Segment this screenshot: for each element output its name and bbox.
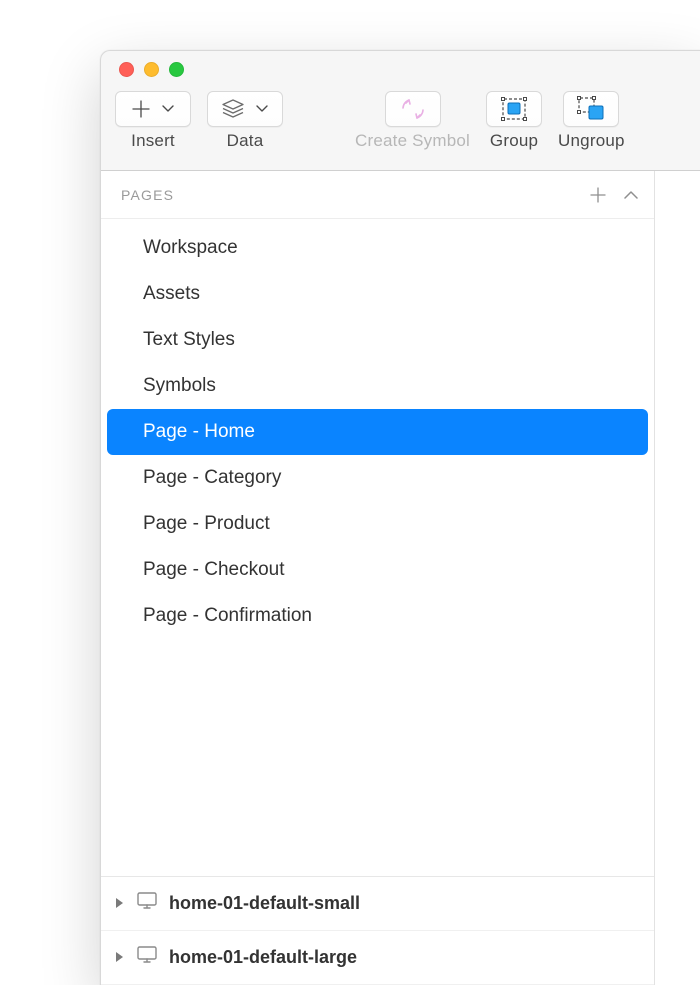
pages-panel-header: PAGES (101, 171, 654, 219)
page-item-label: Page - Confirmation (143, 605, 312, 627)
create-symbol-icon (401, 98, 425, 120)
create-symbol-button[interactable] (385, 91, 441, 127)
collapse-pages-button[interactable] (624, 190, 638, 199)
ungroup-button[interactable] (563, 91, 619, 127)
page-item-category[interactable]: Page - Category (107, 455, 648, 501)
ungroup-label: Ungroup (558, 131, 625, 151)
page-item-home[interactable]: Page - Home (107, 409, 648, 455)
page-item-product[interactable]: Page - Product (107, 501, 648, 547)
artboard-row[interactable]: home-01-default-small (101, 877, 654, 931)
page-item-label: Page - Checkout (143, 559, 285, 581)
ungroup-icon (577, 96, 605, 122)
page-item-symbols[interactable]: Symbols (107, 363, 648, 409)
page-item-text-styles[interactable]: Text Styles (107, 317, 648, 363)
artboard-label: home-01-default-large (169, 947, 357, 968)
group-icon (501, 97, 527, 121)
layers-icon (222, 99, 244, 119)
page-item-confirmation[interactable]: Page - Confirmation (107, 593, 648, 639)
add-page-button[interactable] (590, 187, 606, 203)
page-item-label: Page - Product (143, 513, 270, 535)
page-item-label: Symbols (143, 375, 216, 397)
main-area: PAGES Workspace Assets Text Styles Symbo… (101, 171, 700, 985)
toolbar-item-data: Data (207, 91, 283, 151)
artboard-label: home-01-default-small (169, 893, 360, 914)
group-label: Group (490, 131, 538, 151)
disclosure-triangle-icon[interactable] (115, 947, 125, 968)
toolbar-item-insert: Insert (115, 91, 191, 151)
group-button[interactable] (486, 91, 542, 127)
create-symbol-label: Create Symbol (355, 131, 470, 151)
disclosure-triangle-icon[interactable] (115, 893, 125, 914)
toolbar-item-ungroup: Ungroup (558, 91, 625, 151)
data-button[interactable] (207, 91, 283, 127)
main-toolbar: Insert Data (101, 87, 700, 171)
chevron-down-icon (162, 105, 174, 113)
page-item-label: Text Styles (143, 329, 235, 351)
pages-list: Workspace Assets Text Styles Symbols Pag… (101, 219, 654, 639)
insert-button[interactable] (115, 91, 191, 127)
plus-icon (132, 100, 150, 118)
page-item-label: Workspace (143, 237, 238, 259)
pages-heading: PAGES (121, 187, 174, 203)
canvas-area[interactable] (655, 171, 700, 985)
app-window: Insert Data (100, 50, 700, 985)
artboard-row[interactable]: home-01-default-large (101, 931, 654, 985)
insert-label: Insert (131, 131, 175, 151)
data-label: Data (227, 131, 264, 151)
page-item-label: Page - Home (143, 421, 255, 443)
window-minimize-button[interactable] (144, 62, 159, 77)
page-item-assets[interactable]: Assets (107, 271, 648, 317)
page-item-label: Assets (143, 283, 200, 305)
layers-panel: home-01-default-small home-01-default-la… (101, 876, 654, 985)
window-zoom-button[interactable] (169, 62, 184, 77)
window-close-button[interactable] (119, 62, 134, 77)
toolbar-item-group: Group (486, 91, 542, 151)
page-item-label: Page - Category (143, 467, 281, 489)
window-titlebar (101, 51, 700, 87)
chevron-down-icon (256, 105, 268, 113)
artboard-icon (135, 944, 159, 971)
artboard-icon (135, 890, 159, 917)
page-item-checkout[interactable]: Page - Checkout (107, 547, 648, 593)
page-item-workspace[interactable]: Workspace (107, 225, 648, 271)
left-sidebar: PAGES Workspace Assets Text Styles Symbo… (101, 171, 655, 985)
toolbar-item-create-symbol: Create Symbol (355, 91, 470, 151)
